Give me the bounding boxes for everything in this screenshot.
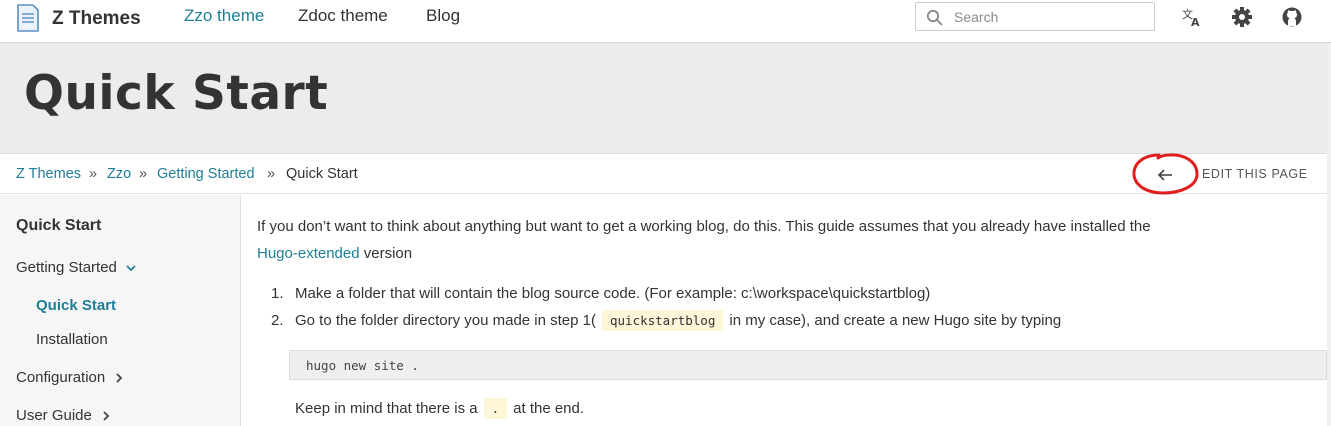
sidebar-item-configuration[interactable]: Configuration [16,369,125,386]
page-title: Quick Start [24,66,329,121]
code-block-text: hugo new site . [306,358,419,373]
list-item-step-1: 1. Make a folder that will contain the bl… [271,285,930,302]
sidebar-item-getting-started[interactable]: Getting Started [16,259,137,276]
chevron-right-icon [116,373,123,383]
sidebar: Quick Start Getting Started Quick Start … [0,195,241,426]
step-text: in my case), and create a new Hugo site … [729,312,1062,329]
inline-code: quickstartblog [602,310,724,331]
sidebar-item-label: User Guide [16,407,92,424]
sidebar-item-label: Configuration [16,369,106,386]
breadcrumb-separator: » [267,166,276,182]
note-before: Keep in mind that there is a [295,400,478,417]
breadcrumb-separator: » [89,166,98,182]
chevron-down-icon [126,265,136,272]
search-icon [926,9,943,26]
top-navbar: Z Themes Zzo theme Zdoc theme Blog 文 A [0,0,1331,43]
list-item-step-2: 2. Go to the folder directory you made in… [271,310,1062,331]
breadcrumb-quick-start: Quick Start [286,166,358,182]
github-icon[interactable] [1281,6,1303,28]
note-after: at the end. [513,400,585,417]
page-scrollbar[interactable] [1327,43,1331,426]
svg-text:A: A [1191,16,1200,28]
list-number: 2. [271,312,284,329]
intro-suffix: version [363,245,413,262]
red-annotation-circle [1132,153,1199,195]
chevron-right-icon [103,411,110,421]
page-hero: Quick Start [0,43,1331,154]
note-text: Keep in mind that there is a. at the end. [295,398,585,419]
step-text: Make a folder that will contain the blog… [295,285,931,302]
breadcrumb-zzo[interactable]: Zzo [107,166,131,182]
code-block[interactable]: hugo new site . [289,350,1327,380]
breadcrumb-getting-started[interactable]: Getting Started [157,166,255,182]
step-text: Go to the folder directory you made in s… [295,312,596,329]
intro-paragraph: If you don’t want to think about anythin… [257,213,1317,267]
document-logo-icon[interactable] [15,3,41,33]
list-number: 1. [271,285,284,302]
nav-link-zdoc-theme[interactable]: Zdoc theme [298,6,388,26]
edit-this-page-link[interactable]: EDIT THIS PAGE [1202,167,1308,181]
nav-link-blog[interactable]: Blog [426,6,460,26]
nav-link-zzo-theme[interactable]: Zzo theme [184,6,264,26]
search-input[interactable] [954,7,1144,27]
sidebar-item-installation[interactable]: Installation [36,331,108,348]
gear-icon[interactable] [1231,6,1253,28]
sidebar-item-quick-start[interactable]: Quick Start [36,297,116,314]
hugo-extended-link[interactable]: Hugo-extended [257,245,360,262]
translate-icon[interactable]: 文 A [1181,6,1203,28]
sidebar-item-label: Getting Started [16,259,117,276]
brand-title[interactable]: Z Themes [52,8,141,30]
breadcrumb-separator: » [139,166,148,182]
inline-code: . [483,398,508,419]
sidebar-item-user-guide[interactable]: User Guide [16,407,112,424]
main-content: If you don’t want to think about anythin… [241,195,1331,426]
breadcrumb-z-themes[interactable]: Z Themes [16,166,81,182]
intro-text: If you don’t want to think about anythin… [257,218,1151,235]
sidebar-title: Quick Start [16,217,102,234]
search-box[interactable] [915,2,1155,31]
